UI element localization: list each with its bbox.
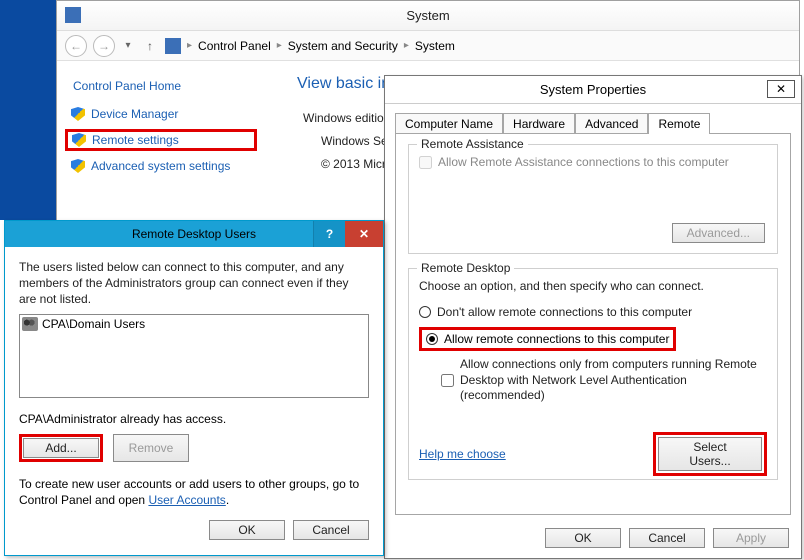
control-panel-home-link[interactable]: Control Panel Home xyxy=(67,73,257,107)
radio-icon xyxy=(419,306,431,318)
breadcrumb-item[interactable]: Control Panel xyxy=(198,39,271,53)
cancel-button[interactable]: Cancel xyxy=(293,520,369,540)
tab-remote[interactable]: Remote xyxy=(648,113,710,134)
close-button[interactable]: ✕ xyxy=(767,80,795,98)
shield-icon xyxy=(71,159,85,173)
ok-button[interactable]: OK xyxy=(545,528,621,548)
radio-dont-allow[interactable]: Don't allow remote connections to this c… xyxy=(419,305,767,319)
nav-back-button[interactable]: ← xyxy=(65,35,87,57)
users-listbox[interactable]: CPA\Domain Users xyxy=(19,314,369,398)
add-button[interactable]: Add... xyxy=(23,438,99,458)
system-properties-dialog: System Properties ✕ Computer Name Hardwa… xyxy=(384,75,802,559)
nav-forward-button[interactable]: → xyxy=(93,35,115,57)
users-group-icon xyxy=(22,317,38,331)
tab-computer-name[interactable]: Computer Name xyxy=(395,113,503,134)
system-icon xyxy=(65,7,81,23)
nav-up-button[interactable]: ↑ xyxy=(141,37,159,55)
breadcrumb[interactable]: ▸ Control Panel ▸ System and Security ▸ … xyxy=(165,38,455,54)
nla-checkbox[interactable]: Allow connections only from computers ru… xyxy=(441,357,767,404)
radio-allow-remote-highlight: Allow remote connections to this compute… xyxy=(419,327,676,351)
breadcrumb-item[interactable]: System and Security xyxy=(288,39,398,53)
nav-history-dropdown[interactable]: ▾ xyxy=(121,40,135,51)
group-legend: Remote Assistance xyxy=(417,137,528,151)
chevron-right-icon: ▸ xyxy=(275,40,284,51)
select-users-button[interactable]: Select Users... xyxy=(658,437,762,471)
breadcrumb-item[interactable]: System xyxy=(415,39,455,53)
cancel-button[interactable]: Cancel xyxy=(629,528,705,548)
nav-bar: ← → ▾ ↑ ▸ Control Panel ▸ System and Sec… xyxy=(57,31,799,61)
rdu-titlebar: Remote Desktop Users ? ✕ xyxy=(5,221,383,247)
radio-allow-remote[interactable]: Allow remote connections to this compute… xyxy=(444,332,669,346)
sidebar-item-advanced-system-settings[interactable]: Advanced system settings xyxy=(71,159,257,173)
checkbox-input[interactable] xyxy=(441,357,454,404)
system-title: System xyxy=(406,8,449,23)
remote-assistance-group: Remote Assistance Allow Remote Assistanc… xyxy=(408,144,778,254)
add-button-highlight: Add... xyxy=(19,434,103,462)
chevron-right-icon: ▸ xyxy=(402,40,411,51)
control-panel-sidebar: Control Panel Home Device Manager Remote… xyxy=(67,73,257,175)
dialog-footer: OK Cancel xyxy=(5,520,383,550)
user-accounts-link[interactable]: User Accounts xyxy=(148,493,225,507)
shield-icon xyxy=(71,107,85,121)
remove-button[interactable]: Remove xyxy=(113,434,189,462)
remote-desktop-users-dialog: Remote Desktop Users ? ✕ The users liste… xyxy=(4,220,384,556)
tab-advanced[interactable]: Advanced xyxy=(575,113,648,134)
tab-panel-remote: Remote Assistance Allow Remote Assistanc… xyxy=(395,133,791,515)
rdu-help-text: To create new user accounts or add users… xyxy=(19,476,369,508)
dialog-title: Remote Desktop Users xyxy=(132,227,256,241)
apply-button[interactable]: Apply xyxy=(713,528,789,548)
breadcrumb-icon xyxy=(165,38,181,54)
allow-remote-assistance-checkbox[interactable]: Allow Remote Assistance connections to t… xyxy=(419,155,767,169)
remote-desktop-desc: Choose an option, and then specify who c… xyxy=(419,279,767,293)
dialog-footer: OK Cancel Apply xyxy=(545,528,789,548)
radio-icon xyxy=(426,333,438,345)
access-note: CPA\Administrator already has access. xyxy=(19,412,369,426)
left-pane-stripe xyxy=(0,0,56,220)
chevron-right-icon: ▸ xyxy=(185,40,194,51)
dialog-title: System Properties xyxy=(540,82,646,97)
close-button[interactable]: ✕ xyxy=(345,221,383,247)
system-titlebar: System xyxy=(57,1,799,31)
shield-icon xyxy=(72,133,86,147)
system-properties-titlebar: System Properties ✕ xyxy=(385,76,801,104)
ok-button[interactable]: OK xyxy=(209,520,285,540)
tabs: Computer Name Hardware Advanced Remote xyxy=(385,104,801,133)
help-button[interactable]: ? xyxy=(313,221,345,247)
group-legend: Remote Desktop xyxy=(417,261,514,275)
advanced-button[interactable]: Advanced... xyxy=(672,223,765,243)
remote-desktop-group: Remote Desktop Choose an option, and the… xyxy=(408,268,778,480)
rdu-description: The users listed below can connect to th… xyxy=(19,259,369,308)
tab-hardware[interactable]: Hardware xyxy=(503,113,575,134)
help-me-choose-link[interactable]: Help me choose xyxy=(419,447,506,461)
sidebar-item-remote-settings[interactable]: Remote settings xyxy=(65,129,257,151)
select-users-highlight: Select Users... xyxy=(653,432,767,476)
list-item[interactable]: CPA\Domain Users xyxy=(22,317,366,331)
sidebar-item-device-manager[interactable]: Device Manager xyxy=(71,107,257,121)
checkbox-input[interactable] xyxy=(419,156,432,169)
